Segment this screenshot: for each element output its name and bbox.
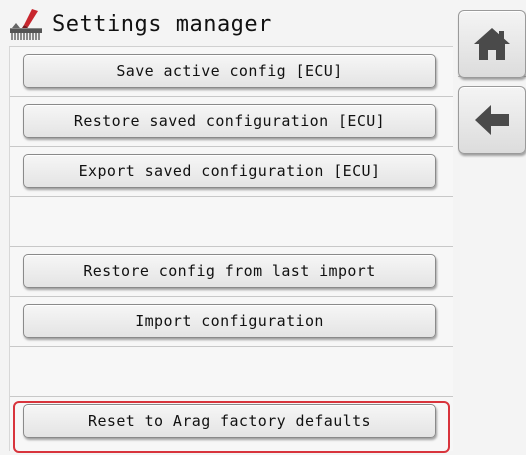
save-active-config-button[interactable]: Save active config [ECU] [23,54,436,88]
back-button[interactable] [458,86,526,154]
settings-brush-icon [10,9,42,40]
list-row: Reset to Arag factory defaults [10,397,453,446]
title-bar: Settings manager [4,4,452,44]
restore-config-from-last-import-button[interactable]: Restore config from last import [23,254,436,288]
empty-row [10,347,453,397]
home-button[interactable] [458,10,526,78]
list-row: Import configuration [10,297,453,347]
reset-factory-defaults-button[interactable]: Reset to Arag factory defaults [23,404,436,438]
list-row: Export saved configuration [ECU] [10,147,453,197]
list-row: Restore saved configuration [ECU] [10,97,453,147]
home-icon [474,28,510,60]
list-row: Restore config from last import [10,247,453,297]
list-row: Save active config [ECU] [10,47,453,97]
screen: Settings manager Save active config [ECU… [0,0,526,455]
settings-panel: Save active config [ECU] Restore saved c… [9,46,453,453]
import-configuration-button[interactable]: Import configuration [23,304,436,338]
page-title: Settings manager [52,11,272,37]
export-saved-configuration-button[interactable]: Export saved configuration [ECU] [23,154,436,188]
restore-saved-configuration-button[interactable]: Restore saved configuration [ECU] [23,104,436,138]
empty-row [10,197,453,247]
back-arrow-icon [475,105,509,135]
